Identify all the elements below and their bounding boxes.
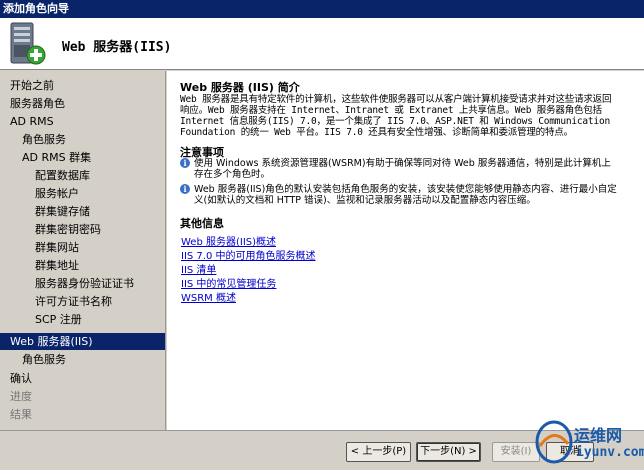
window-title: 添加角色向导 bbox=[0, 0, 644, 18]
link-iis-checklist[interactable]: IIS 清单 bbox=[181, 261, 216, 276]
nav-item-cluster-key-storage[interactable]: 群集键存储 bbox=[35, 203, 90, 220]
nav-item-service-account[interactable]: 服务帐户 bbox=[35, 185, 79, 202]
intro-heading: Web 服务器 (IIS) 简介 bbox=[180, 81, 300, 94]
nav-item-server-auth-certificate[interactable]: 服务器身份验证证书 bbox=[35, 275, 134, 292]
watermark-url: iyunv.com bbox=[576, 445, 644, 460]
site-watermark: 运维网 iyunv.com bbox=[534, 412, 644, 468]
link-web-server-overview[interactable]: Web 服务器(IIS)概述 bbox=[181, 233, 276, 248]
nav-item-web-server-iis[interactable]: Web 服务器(IIS) bbox=[0, 333, 165, 350]
wizard-header: Web 服务器(IIS) bbox=[0, 18, 644, 70]
nav-item-server-roles[interactable]: 服务器角色 bbox=[10, 95, 65, 112]
nav-item-confirmation[interactable]: 确认 bbox=[10, 370, 32, 387]
nav-item-ad-rms[interactable]: AD RMS bbox=[10, 113, 54, 130]
nav-item-cluster-website[interactable]: 群集网站 bbox=[35, 239, 79, 256]
nav-item-scp-registration[interactable]: SCP 注册 bbox=[35, 311, 82, 328]
nav-item-iis-role-services[interactable]: 角色服务 bbox=[22, 351, 66, 368]
wizard-steps-sidebar: 开始之前 服务器角色 AD RMS 角色服务 AD RMS 群集 配置数据库 服… bbox=[0, 71, 166, 430]
server-add-icon bbox=[10, 22, 46, 65]
watermark-logo-icon bbox=[535, 420, 573, 464]
link-iis-common-admin-tasks[interactable]: IIS 中的常见管理任务 bbox=[181, 275, 276, 290]
info-icon: i bbox=[180, 158, 190, 168]
more-info-heading: 其他信息 bbox=[180, 217, 224, 230]
watermark-text: 运维网 bbox=[574, 426, 623, 445]
info-icon: i bbox=[180, 184, 190, 194]
note-text: 使用 Windows 系统资源管理器(WSRM)有助于确保等同对待 Web 服务… bbox=[194, 158, 611, 180]
nav-item-cluster-key-password[interactable]: 群集密钥密码 bbox=[35, 221, 101, 238]
previous-button[interactable]: < 上一步(P) bbox=[346, 442, 411, 462]
nav-item-config-database[interactable]: 配置数据库 bbox=[35, 167, 90, 184]
nav-item-progress: 进度 bbox=[10, 390, 32, 403]
next-button[interactable]: 下一步(N) > bbox=[416, 442, 481, 462]
note-item: i 使用 Windows 系统资源管理器(WSRM)有助于确保等同对待 Web … bbox=[180, 158, 620, 182]
link-iis7-role-services-overview[interactable]: IIS 7.0 中的可用角色服务概述 bbox=[181, 247, 316, 262]
nav-item-before-you-begin[interactable]: 开始之前 bbox=[10, 77, 54, 94]
link-wsrm-overview[interactable]: WSRM 概述 bbox=[181, 289, 236, 304]
intro-paragraph: Web 服务器是具有特定软件的计算机，这些软件使服务器可以从客户端计算机接受请求… bbox=[180, 94, 612, 138]
nav-item-cluster-address[interactable]: 群集地址 bbox=[35, 257, 79, 274]
nav-item-ad-rms-cluster[interactable]: AD RMS 群集 bbox=[22, 149, 91, 166]
note-item: i Web 服务器(IIS)角色的默认安装包括角色服务的安装，该安装使您能够使用… bbox=[180, 184, 620, 220]
nav-item-ad-rms-role-services[interactable]: 角色服务 bbox=[22, 131, 66, 148]
main-content: Web 服务器 (IIS) 简介 Web 服务器是具有特定软件的计算机，这些软件… bbox=[167, 71, 644, 430]
note-text: Web 服务器(IIS)角色的默认安装包括角色服务的安装，该安装使您能够使用静态… bbox=[194, 184, 617, 206]
nav-item-results: 结果 bbox=[10, 408, 32, 421]
install-button: 安装(I) bbox=[492, 442, 540, 462]
page-title: Web 服务器(IIS) bbox=[62, 40, 172, 55]
nav-item-licensor-cert-name[interactable]: 许可方证书名称 bbox=[35, 293, 112, 310]
